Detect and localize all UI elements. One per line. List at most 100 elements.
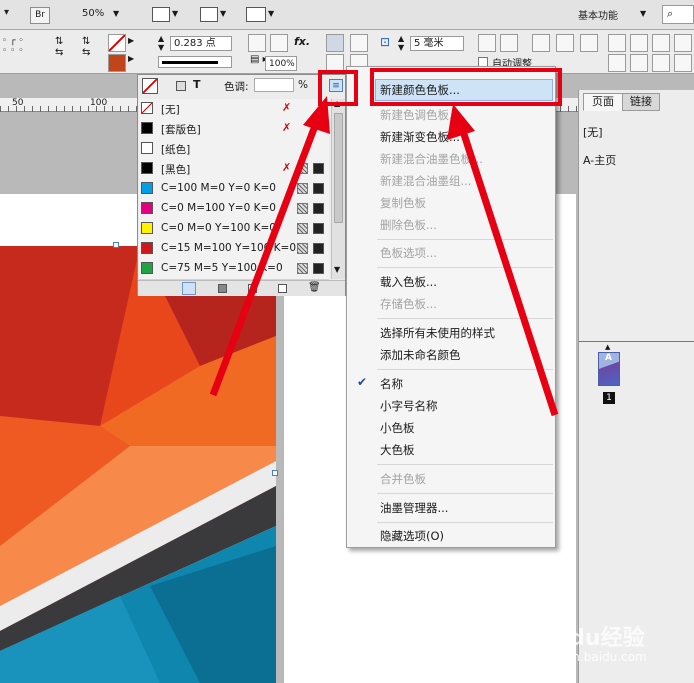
screen-mode-icon[interactable] [200, 7, 218, 22]
view-options-dropdown-icon[interactable]: ▼ [172, 9, 178, 18]
fit-proportional-icon[interactable] [580, 34, 598, 52]
distribute-right-icon[interactable] [674, 54, 692, 72]
tint-field[interactable] [254, 78, 294, 92]
fill-swatch-icon[interactable] [108, 34, 126, 52]
container-format-icon[interactable] [176, 81, 186, 91]
annotation-box-menu-button [318, 70, 358, 106]
menu-item-ink-manager[interactable]: 油墨管理器... [380, 500, 448, 516]
show-gradient-swatches-icon[interactable] [248, 284, 257, 293]
offset-field[interactable]: 5 毫米 [410, 36, 464, 51]
distribute-icon[interactable] [608, 54, 626, 72]
stroke-weight-stepper[interactable]: ▲ ▼ [158, 34, 164, 52]
workspace-switcher[interactable]: 基本功能 [578, 7, 618, 22]
align-middle-icon[interactable] [350, 34, 368, 52]
align-top-edges-icon[interactable] [674, 34, 692, 52]
align-top-icon[interactable] [326, 34, 344, 52]
no-edit-icon: ✗ [282, 101, 292, 114]
swatch-row[interactable]: C=75 M=5 Y=100 K=0 [139, 259, 329, 280]
menu-item-new-mixed-ink-group[interactable]: 新建混合油墨组... [380, 173, 471, 189]
align-hcenter-icon[interactable] [630, 34, 648, 52]
swatch-row[interactable]: [无] ✗ [139, 99, 329, 120]
fill-stroke-proxy-icon[interactable] [142, 78, 158, 94]
scroll-thumb[interactable] [334, 113, 343, 223]
view-options-icon[interactable] [152, 7, 170, 22]
center-content-icon[interactable] [532, 34, 550, 52]
menu-item-view-small-swatch[interactable]: 小色板 [380, 420, 415, 436]
align-left-edges-icon[interactable] [608, 34, 626, 52]
selected-image-frame[interactable] [0, 246, 276, 683]
menu-item-duplicate-swatch[interactable]: 复制色板 [380, 195, 426, 211]
menu-item-new-tint-swatch[interactable]: 新建色调色板... [380, 107, 460, 123]
app-menu-fragment[interactable]: ▾ [4, 7, 9, 18]
swatch-name: C=0 M=100 Y=0 K=0 [161, 202, 276, 214]
fill-frame-icon[interactable] [556, 34, 574, 52]
tab-pages[interactable]: 页面 [583, 93, 623, 111]
menu-item-merge-swatches[interactable]: 合并色板 [380, 471, 426, 487]
menu-item-view-small-name[interactable]: 小字号名称 [380, 398, 438, 414]
menu-item-swatch-options[interactable]: 色板选项... [380, 245, 437, 261]
swatch-row[interactable]: C=15 M=100 Y=100 K=0 [139, 239, 329, 260]
swatch-scrollbar[interactable]: ▲ ▼ [331, 99, 345, 279]
menu-item-select-unused[interactable]: 选择所有未使用的样式 [380, 325, 495, 341]
swatch-row[interactable]: [套版色] ✗ [139, 119, 329, 140]
swatch-row[interactable]: [纸色] [139, 139, 329, 160]
offset-stepper[interactable]: ▲ ▼ [398, 34, 404, 52]
menu-separator [377, 267, 553, 268]
process-color-icon [297, 263, 308, 274]
swatch-row[interactable]: C=100 M=0 Y=0 K=0 [139, 179, 329, 200]
menu-item-new-mixed-ink-swatch[interactable]: 新建混合油墨色板... [380, 151, 483, 167]
none-master-item[interactable]: [无] [583, 124, 603, 140]
effects-button[interactable]: fx. [294, 35, 310, 48]
menu-item-view-name[interactable]: 名称 [380, 376, 403, 392]
stroke-weight-field[interactable]: 0.283 点 [170, 36, 232, 51]
arrange-dropdown-icon[interactable]: ▼ [268, 9, 274, 18]
transform-icon[interactable]: ⇅ ⇆ [55, 36, 63, 58]
swatch-row[interactable]: C=0 M=100 Y=0 K=0 [139, 199, 329, 220]
show-all-swatches-icon[interactable] [182, 282, 196, 295]
distribute-vcenter-icon[interactable] [630, 54, 648, 72]
stroke-swatch-icon[interactable] [108, 54, 126, 72]
tab-links[interactable]: 链接 [622, 93, 660, 111]
workspace-dropdown-icon[interactable]: ▼ [640, 9, 646, 18]
zoom-level[interactable]: 50% [82, 8, 104, 19]
menu-item-delete-swatch[interactable]: 删除色板... [380, 217, 437, 233]
new-swatch-icon[interactable] [278, 284, 287, 293]
shadow-icon[interactable] [270, 34, 288, 52]
frame-handle[interactable] [272, 470, 278, 476]
stroke-type-select[interactable] [158, 56, 232, 68]
swatch-row[interactable]: C=0 M=0 Y=100 K=0 [139, 219, 329, 240]
menu-item-new-gradient-swatch[interactable]: 新建渐变色板... [380, 129, 460, 145]
flip-icon[interactable]: ⇅ ⇆ [82, 36, 90, 58]
zoom-dropdown-icon[interactable]: ▼ [113, 9, 119, 18]
arrange-documents-icon[interactable] [246, 7, 266, 22]
fit-frame-icon[interactable] [478, 34, 496, 52]
fit-content-icon[interactable] [500, 34, 518, 52]
swatch-row[interactable]: [黑色] ✗ [139, 159, 329, 180]
panel-divider [579, 341, 694, 342]
swatch-chip [141, 262, 153, 274]
text-format-icon[interactable]: T [193, 78, 201, 91]
trash-icon[interactable]: 🗑 [308, 282, 321, 293]
distribute-bottom-icon[interactable] [652, 54, 670, 72]
align-right-edges-icon[interactable] [652, 34, 670, 52]
search-field[interactable]: ⌕ [662, 5, 694, 24]
show-color-swatches-icon[interactable] [218, 284, 227, 293]
scale-field[interactable]: 100% [265, 56, 297, 71]
reference-point-icon[interactable]: ◦ ┌ ◦ ◦ ◦ ◦ [2, 36, 42, 70]
screen-mode-dropdown-icon[interactable]: ▼ [220, 9, 226, 18]
menu-item-save-swatches[interactable]: 存储色板... [380, 296, 437, 312]
scroll-down-icon[interactable]: ▼ [334, 265, 340, 274]
menu-item-add-unnamed-colors[interactable]: 添加未命名颜色 [380, 347, 461, 363]
page-master-letter: A [605, 353, 612, 363]
menu-item-load-swatches[interactable]: 载入色板... [380, 274, 437, 290]
offset-icon[interactable]: ⊡ [380, 35, 390, 49]
frame-handle[interactable] [113, 242, 119, 248]
swatch-dropdown-icon[interactable]: ▶ ▶ [128, 36, 134, 63]
process-color-icon [297, 163, 308, 174]
menu-item-view-large-swatch[interactable]: 大色板 [380, 442, 415, 458]
menu-item-hide-options[interactable]: 隐藏选项(O) [380, 528, 444, 544]
master-page-item[interactable]: A-主页 [583, 152, 616, 168]
page-thumbnail[interactable]: A [598, 352, 620, 386]
bridge-button[interactable]: Br [30, 7, 50, 24]
wrap-icon[interactable] [248, 34, 266, 52]
